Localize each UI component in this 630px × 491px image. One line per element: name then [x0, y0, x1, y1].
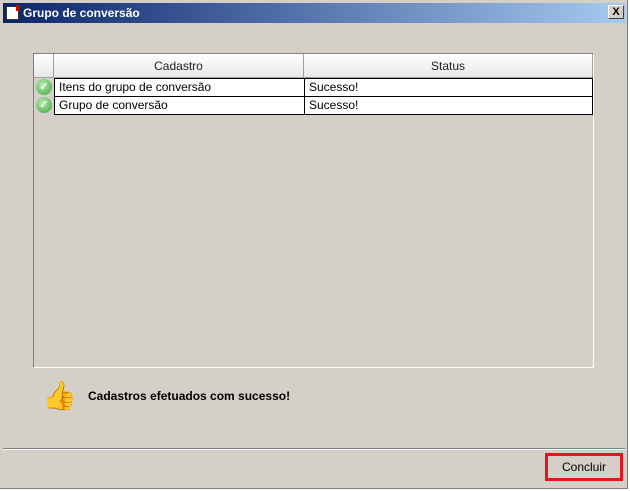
- thumbs-up-icon: 👍: [42, 380, 77, 411]
- close-button[interactable]: X: [608, 5, 624, 19]
- column-header-status[interactable]: Status: [304, 54, 593, 78]
- row-header-corner: [34, 54, 54, 78]
- results-grid: Cadastro Status ✓ Itens do grupo de conv…: [33, 53, 594, 368]
- dialog-window: Grupo de conversão X Cadastro Status ✓ I…: [0, 0, 628, 489]
- app-icon: [6, 5, 20, 20]
- success-message: Cadastros efetuados com sucesso!: [88, 389, 291, 403]
- check-icon: ✓: [36, 79, 52, 95]
- status-cell: Sucesso!: [304, 78, 593, 97]
- table-row[interactable]: ✓ Grupo de conversão Sucesso!: [34, 96, 593, 115]
- divider: [3, 448, 625, 450]
- concluir-button[interactable]: Concluir: [545, 453, 623, 481]
- window-title: Grupo de conversão: [23, 6, 140, 20]
- table-row[interactable]: ✓ Itens do grupo de conversão Sucesso!: [34, 78, 593, 97]
- cadastro-cell: Itens do grupo de conversão: [54, 78, 305, 97]
- check-icon: ✓: [36, 97, 52, 113]
- column-header-cadastro[interactable]: Cadastro: [54, 54, 304, 78]
- title-bar: Grupo de conversão X: [3, 3, 626, 23]
- status-cell: Sucesso!: [304, 96, 593, 115]
- cadastro-cell: Grupo de conversão: [54, 96, 305, 115]
